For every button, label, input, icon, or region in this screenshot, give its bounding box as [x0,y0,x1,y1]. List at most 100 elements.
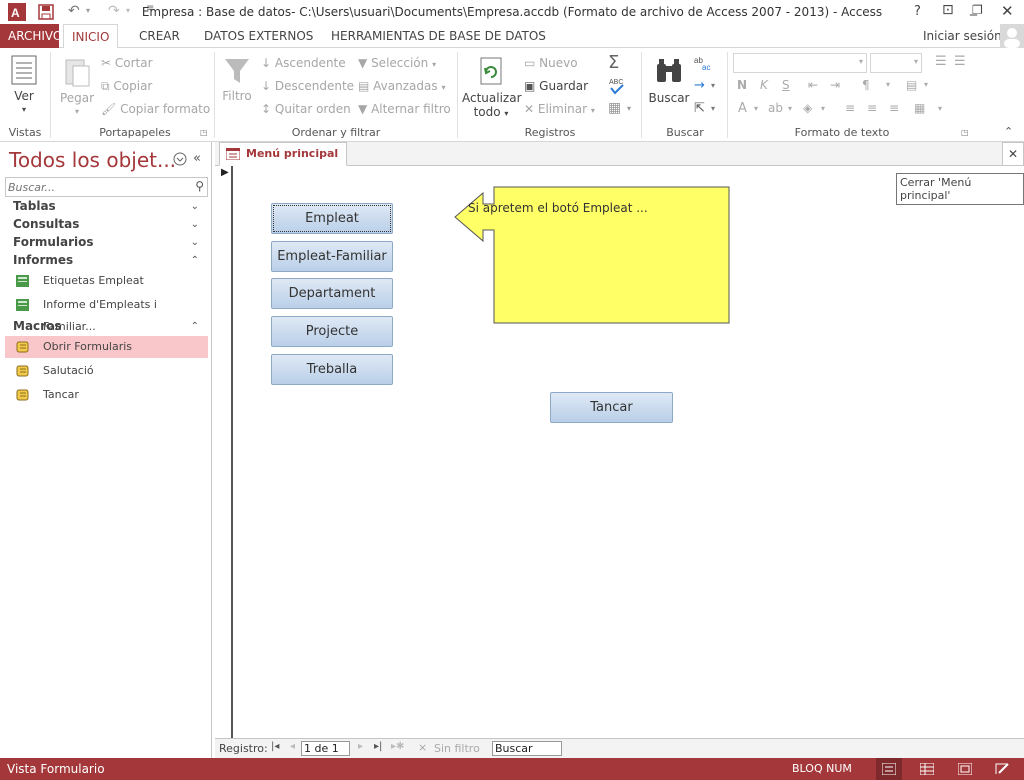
user-avatar-icon[interactable] [1000,24,1024,48]
format-painter-button[interactable]: 🖌 Copiar formato [101,102,210,116]
paragraph-dropdown-icon[interactable]: ▾ [886,80,890,89]
gridlines-dropdown-icon[interactable]: ▾ [924,80,928,89]
design-view-icon[interactable] [995,762,1011,776]
highlight-dropdown-icon[interactable]: ▾ [788,104,792,113]
departament-button[interactable]: Departament [271,278,393,309]
select-dropdown-icon[interactable]: ▾ [711,104,715,113]
nav-header[interactable]: Todos los objet... [9,148,176,172]
tab-home[interactable]: INICIO [63,24,119,49]
decrease-indent-icon[interactable]: ⇤ [808,78,818,92]
paragraph-direction-icon[interactable]: ¶ [862,78,870,92]
replace-icon[interactable]: abac [694,55,714,71]
new-record-icon[interactable]: ▸✱ [391,741,404,752]
collapse-reports-icon[interactable]: ⌃ [191,255,199,266]
alt-row-color-icon[interactable]: ▦ [914,101,925,115]
sort-desc-button[interactable]: ↓ Descendente [261,79,354,93]
gridlines-icon[interactable]: ▤ [906,78,917,92]
highlight-icon[interactable]: ab [768,101,783,115]
record-search-input[interactable]: Buscar [492,741,562,756]
underline-button[interactable]: S [782,78,790,92]
select-icon[interactable]: ⇱ [694,101,705,116]
datasheet-view-icon[interactable] [920,763,934,775]
tab-menu-principal[interactable]: Menú principal [219,142,348,166]
ribbon-display-icon[interactable]: ⊡ [942,2,954,18]
help-button[interactable]: ? [914,4,921,19]
view-button[interactable]: Ver ▾ [8,54,40,117]
previous-record-icon[interactable]: ◂ [290,741,295,752]
align-left-icon[interactable]: ≡ [845,101,855,115]
goto-icon[interactable]: → [694,78,705,93]
advanced-button[interactable]: ▤ Avanzadas ▾ [358,79,445,93]
remove-sort-button[interactable]: ↕ Quitar orden [261,102,351,116]
tancar-button[interactable]: Tancar [550,392,673,423]
nav-item-report[interactable]: Informe d'Empleats i Familiar... [5,294,208,333]
toggle-filter-button[interactable]: ▼ Alternar filtro [358,102,451,116]
new-record-button[interactable]: ▭ Nuevo [524,56,578,70]
layout-view-icon[interactable] [958,763,972,775]
search-icon[interactable]: ⚲ [195,179,204,193]
font-color-icon[interactable]: A [738,101,747,116]
nav-item-report[interactable]: Etiquetas Empleat [5,270,208,292]
treballa-button[interactable]: Treballa [271,354,393,385]
nav-section-forms[interactable]: Formularios [13,235,94,249]
tab-database-tools[interactable]: HERRAMIENTAS DE BASE DE DATOS [323,24,554,48]
expand-queries-icon[interactable]: ⌄ [191,219,199,230]
close-window-icon[interactable]: ✕ [1001,2,1014,20]
record-position-input[interactable]: 1 de 1 [301,741,350,756]
last-record-icon[interactable]: ▸| [374,741,382,752]
increase-indent-icon[interactable]: ⇥ [830,78,840,92]
alt-row-dropdown-icon[interactable]: ▾ [938,104,942,113]
more-dropdown-icon[interactable]: ▾ [627,104,631,113]
selection-button[interactable]: ▼ Selección ▾ [358,56,436,70]
paste-button[interactable]: Pegar ▾ [58,56,96,119]
next-record-icon[interactable]: ▸ [358,741,363,752]
refresh-all-button[interactable]: Actualizar todo ▾ [462,56,522,121]
nav-section-queries[interactable]: Consultas [13,217,79,231]
nav-search-input[interactable] [8,179,186,195]
totals-icon[interactable]: Σ [608,52,619,73]
nav-menu-icon[interactable] [173,152,187,166]
nav-item-macro[interactable]: Obrir Formularis [5,336,208,358]
goto-dropdown-icon[interactable]: ▾ [711,81,715,90]
more-records-icon[interactable]: ▦ [608,100,621,116]
restore-icon[interactable]: ❐ [972,3,983,17]
collapse-nav-icon[interactable]: « [193,151,201,166]
align-right-icon[interactable]: ≡ [889,101,899,115]
tab-external-data[interactable]: DATOS EXTERNOS [196,24,321,48]
delete-record-button[interactable]: ✕ Eliminar ▾ [524,102,595,116]
tab-create[interactable]: CREAR [131,24,188,48]
fill-color-icon[interactable]: ◈ [803,101,812,115]
font-size-select[interactable]: ▾ [870,53,922,73]
collapse-macros-icon[interactable]: ⌃ [191,321,199,332]
bold-button[interactable]: N [737,78,747,92]
fill-color-dropdown-icon[interactable]: ▾ [821,104,825,113]
font-color-dropdown-icon[interactable]: ▾ [754,104,758,113]
copy-button[interactable]: ⧉ Copiar [101,79,152,94]
nav-item-macro[interactable]: Salutació [5,360,208,382]
empleat-familiar-button[interactable]: Empleat-Familiar [271,241,393,272]
projecte-button[interactable]: Projecte [271,316,393,347]
empleat-button[interactable]: Empleat [271,203,393,234]
filter-button[interactable]: Filtro [220,56,254,103]
tab-file[interactable]: ARCHIVO [0,24,62,48]
nav-section-macros[interactable]: Macros [13,319,61,333]
nav-section-tables[interactable]: Tablas [13,199,56,213]
clipboard-launcher-icon[interactable]: ◳ [200,128,208,137]
cut-button[interactable]: ✂ Cortar [101,56,153,70]
sort-asc-button[interactable]: ↓ Ascendente [261,56,346,70]
nav-item-macro[interactable]: Tancar [5,384,208,406]
find-button[interactable]: Buscar [647,56,691,105]
font-family-select[interactable]: ▾ [733,53,867,73]
expand-tables-icon[interactable]: ⌄ [191,201,199,212]
first-record-icon[interactable]: |◂ [271,741,279,752]
save-record-button[interactable]: ▣ Guardar [524,79,588,93]
numbering-icon[interactable]: ☰ [935,54,947,69]
collapse-ribbon-icon[interactable]: ⌃ [1004,125,1013,138]
align-center-icon[interactable]: ≡ [867,101,877,115]
text-format-launcher-icon[interactable]: ◳ [961,128,969,137]
form-view-button[interactable] [876,758,902,780]
italic-button[interactable]: K [760,78,768,92]
bullets-icon[interactable]: ☰ [954,54,966,69]
record-selector[interactable]: ▶ [215,166,233,738]
close-document-button[interactable]: ✕ [1002,142,1024,166]
